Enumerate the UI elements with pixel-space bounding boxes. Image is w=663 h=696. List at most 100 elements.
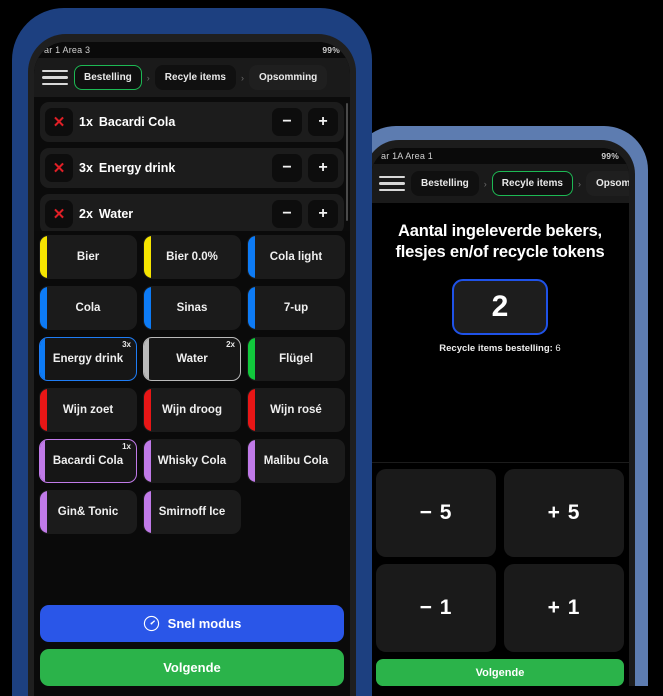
product-label: Energy drink bbox=[52, 353, 124, 365]
back-footer: Volgende bbox=[371, 652, 629, 686]
product-label: Flügel bbox=[279, 353, 313, 365]
front-breadcrumb-opsomming[interactable]: Opsomming bbox=[248, 65, 328, 90]
product-label: Sinas bbox=[176, 302, 208, 314]
product-color-stripe bbox=[40, 338, 45, 380]
recycle-heading: Aantal ingeleverde bekers, flesjes en/of… bbox=[371, 203, 629, 263]
product-grid-container: Bier Bier 0.0% Cola light Cola Sinas 7-up 3x En… bbox=[34, 231, 350, 599]
back-phone-bezel: ar 1A Area 1 99% Bestelling › Recyle ite… bbox=[365, 140, 635, 686]
back-status-left: ar 1A Area 1 bbox=[381, 151, 433, 161]
product-label: Whisky Cola bbox=[157, 455, 227, 467]
product-label: Bier bbox=[76, 251, 100, 263]
product-tile[interactable]: Malibu Cola bbox=[247, 439, 345, 483]
order-row: ✕ 2x Water − + bbox=[40, 194, 344, 231]
chevron-right-icon: › bbox=[240, 72, 244, 83]
recycle-order-caption-value: 6 bbox=[552, 343, 561, 355]
front-breadcrumb-bestelling[interactable]: Bestelling bbox=[74, 65, 142, 90]
product-tile[interactable]: Whisky Cola bbox=[143, 439, 241, 483]
back-breadcrumb-bestelling[interactable]: Bestelling bbox=[411, 171, 479, 196]
product-color-stripe bbox=[40, 287, 47, 329]
order-list-scrollbar[interactable] bbox=[346, 103, 348, 221]
chevron-right-icon: › bbox=[577, 178, 581, 189]
back-breadcrumb-opsomming[interactable]: Opsomming bbox=[585, 171, 629, 196]
front-phone-screen: ar 1 Area 3 99% Bestelling › Recyle item… bbox=[34, 42, 350, 696]
decrement-button[interactable]: − bbox=[272, 154, 302, 182]
product-grid: Bier Bier 0.0% Cola light Cola Sinas 7-up 3x En… bbox=[39, 235, 345, 534]
product-color-stripe bbox=[40, 236, 47, 278]
front-nav-bar: Bestelling › Recyle items › Opsomming bbox=[34, 58, 350, 97]
product-tile[interactable]: Gin& Tonic bbox=[39, 490, 137, 534]
product-tile[interactable]: Sinas bbox=[143, 286, 241, 330]
remove-item-icon[interactable]: ✕ bbox=[45, 108, 73, 136]
product-color-stripe bbox=[144, 491, 151, 533]
product-color-stripe bbox=[144, 236, 151, 278]
front-next-button[interactable]: Volgende bbox=[40, 649, 344, 686]
product-tile[interactable]: Bier bbox=[39, 235, 137, 279]
product-color-stripe bbox=[248, 236, 255, 278]
increment-button[interactable]: + bbox=[308, 154, 338, 182]
front-phone-device: ar 1 Area 3 99% Bestelling › Recyle item… bbox=[12, 8, 372, 696]
product-tile[interactable]: 1x Bacardi Cola bbox=[39, 439, 137, 483]
chevron-right-icon: › bbox=[146, 72, 150, 83]
back-breadcrumb-recyle-items[interactable]: Recyle items bbox=[491, 171, 573, 196]
hamburger-icon[interactable] bbox=[40, 67, 70, 89]
back-status-battery: 99% bbox=[601, 151, 619, 161]
product-label: Wijn zoet bbox=[62, 404, 114, 416]
product-tile[interactable]: Wijn zoet bbox=[39, 388, 137, 432]
product-tile[interactable]: Cola light bbox=[247, 235, 345, 279]
recycle-order-caption: Recycle items bestelling: 6 bbox=[371, 343, 629, 354]
order-row-name: Energy drink bbox=[98, 161, 176, 175]
fast-mode-label: Snel modus bbox=[167, 616, 242, 631]
decrement-button[interactable]: − bbox=[272, 108, 302, 136]
product-label: Cola light bbox=[269, 251, 323, 263]
product-tile[interactable]: 3x Energy drink bbox=[39, 337, 137, 381]
product-count-badge: 2x bbox=[226, 340, 235, 349]
product-tile[interactable]: Wijn droog bbox=[143, 388, 241, 432]
order-row-qty: 3x bbox=[79, 161, 93, 175]
product-color-stripe bbox=[144, 338, 149, 380]
hamburger-icon[interactable] bbox=[377, 173, 407, 195]
product-tile[interactable]: Wijn rosé bbox=[247, 388, 345, 432]
back-next-button[interactable]: Volgende bbox=[376, 659, 624, 686]
front-status-bar: ar 1 Area 3 99% bbox=[34, 42, 350, 58]
hamburger-line bbox=[379, 175, 405, 179]
recycle-heading-line-2: flesjes en/of recycle tokens bbox=[395, 243, 605, 262]
remove-item-icon[interactable]: ✕ bbox=[45, 200, 73, 228]
product-color-stripe bbox=[248, 440, 255, 482]
decrement-button[interactable]: − bbox=[272, 200, 302, 228]
product-tile[interactable]: Flügel bbox=[247, 337, 345, 381]
order-row-qty: 2x bbox=[79, 207, 93, 221]
product-tile[interactable]: Bier 0.0% bbox=[143, 235, 241, 279]
product-tile[interactable]: Cola bbox=[39, 286, 137, 330]
product-label: Smirnoff Ice bbox=[158, 506, 226, 518]
minus-five-button[interactable]: − 5 bbox=[376, 469, 496, 557]
order-row-name: Water bbox=[98, 207, 134, 221]
product-color-stripe bbox=[144, 440, 151, 482]
increment-button[interactable]: + bbox=[308, 108, 338, 136]
recycle-panel: Aantal ingeleverde bekers, flesjes en/of… bbox=[371, 203, 629, 686]
order-row-qty: 1x bbox=[79, 115, 93, 129]
increment-button[interactable]: + bbox=[308, 200, 338, 228]
fast-mode-button[interactable]: Snel modus bbox=[40, 605, 344, 642]
product-color-stripe bbox=[248, 389, 255, 431]
hamburger-line bbox=[42, 69, 68, 73]
front-breadcrumb-recyle-items[interactable]: Recyle items bbox=[154, 65, 236, 90]
product-tile[interactable]: Smirnoff Ice bbox=[143, 490, 241, 534]
product-label: Bier 0.0% bbox=[166, 251, 218, 263]
plus-five-button[interactable]: + 5 bbox=[504, 469, 624, 557]
order-row-name: Bacardi Cola bbox=[98, 115, 176, 129]
hamburger-line bbox=[379, 182, 405, 185]
back-status-bar: ar 1A Area 1 99% bbox=[371, 148, 629, 164]
plus-one-button[interactable]: + 1 bbox=[504, 564, 624, 652]
minus-one-button[interactable]: − 1 bbox=[376, 564, 496, 652]
product-tile[interactable]: 2x Water bbox=[143, 337, 241, 381]
front-status-left: ar 1 Area 3 bbox=[44, 45, 91, 55]
remove-item-icon[interactable]: ✕ bbox=[45, 154, 73, 182]
product-tile[interactable]: 7-up bbox=[247, 286, 345, 330]
product-color-stripe bbox=[40, 491, 47, 533]
hamburger-line bbox=[42, 82, 68, 86]
product-label: Wijn rosé bbox=[270, 404, 322, 416]
front-footer: Snel modus Volgende bbox=[34, 599, 350, 696]
speedometer-icon bbox=[143, 615, 159, 632]
product-label: Wijn droog bbox=[162, 404, 222, 416]
product-label: Water bbox=[176, 353, 208, 365]
